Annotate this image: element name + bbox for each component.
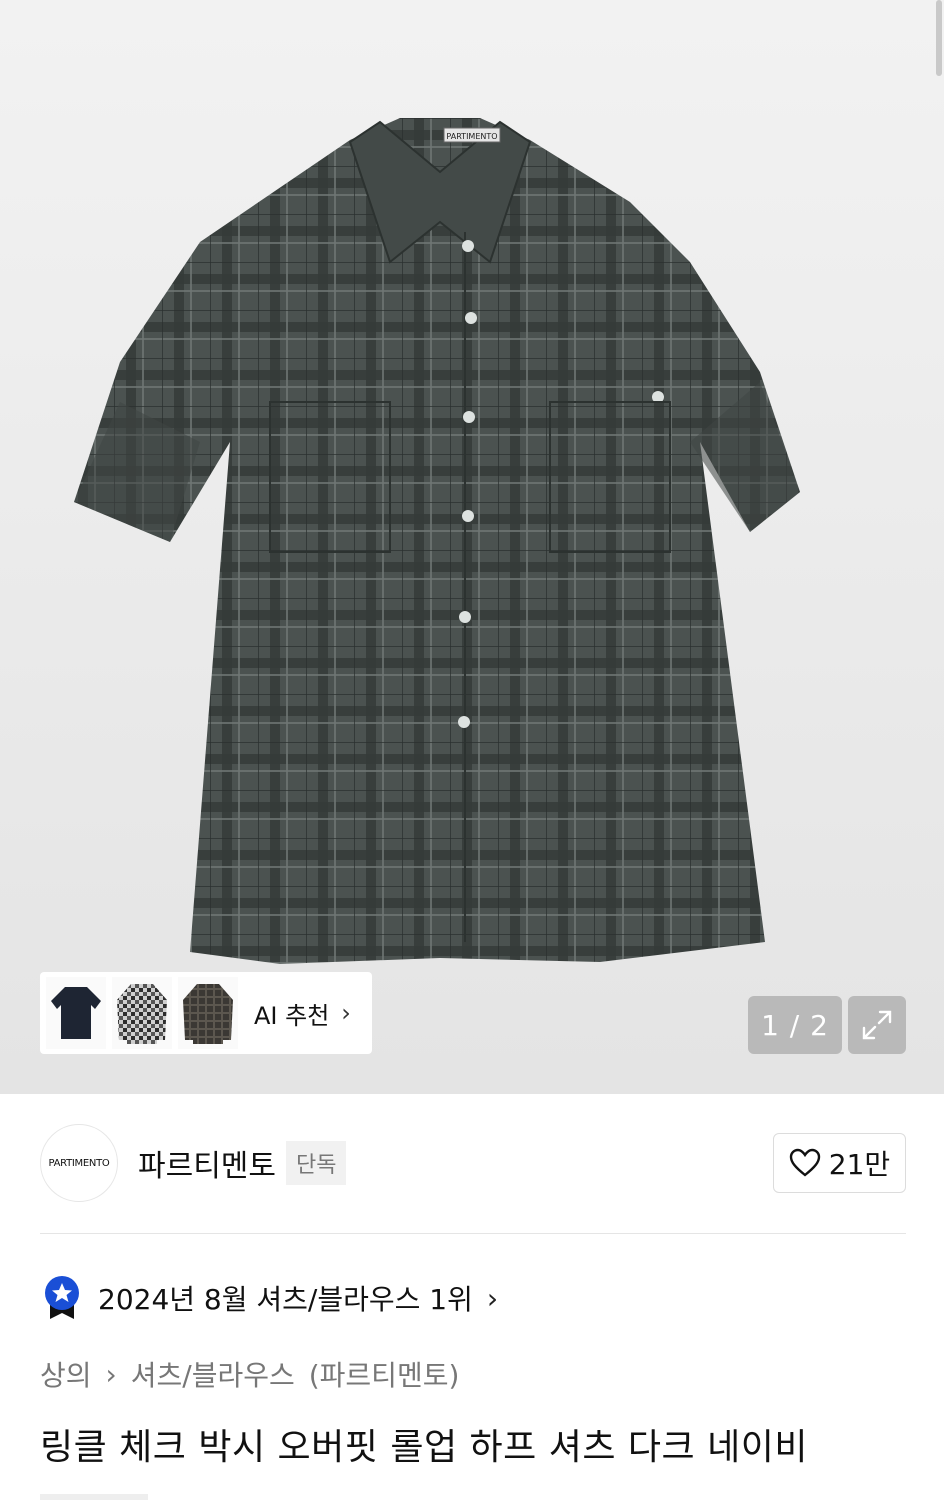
breadcrumb-brand[interactable]: (파르티멘토) bbox=[309, 1354, 460, 1394]
svg-text:PARTIMENTO: PARTIMENTO bbox=[446, 132, 497, 141]
breadcrumb-level2[interactable]: 셔츠/블라우스 bbox=[131, 1354, 295, 1394]
exclusive-badge: 단독 bbox=[286, 1141, 347, 1185]
ranking-badge-icon bbox=[45, 1276, 79, 1319]
ai-recommend-strip[interactable]: AI 추천 › bbox=[40, 972, 372, 1054]
breadcrumb-level1[interactable]: 상의 bbox=[40, 1354, 92, 1394]
brand-row: PARTIMENTO 파르티멘토 단독 21만 bbox=[40, 1124, 906, 1202]
bottom-indicator bbox=[40, 1494, 148, 1500]
ai-recommend-label: AI 추천 bbox=[254, 1001, 330, 1030]
image-page-indicator: 1 / 2 bbox=[748, 996, 842, 1054]
product-title: 링클 체크 박시 오버핏 롤업 하프 셔츠 다크 네이비 bbox=[40, 1427, 808, 1468]
expand-icon bbox=[862, 1010, 892, 1040]
heart-icon bbox=[789, 1148, 820, 1177]
like-count: 21만 bbox=[828, 1148, 891, 1181]
thumbnail-check-shirt[interactable] bbox=[112, 977, 172, 1049]
product-image-gallery[interactable]: PARTIMENTO AI 추천 › 1 / 2 bbox=[0, 0, 944, 1094]
ranking-link[interactable]: 2024년 8월 셔츠/블라우스 1위 › bbox=[44, 1274, 498, 1322]
product-shirt-image: PARTIMENTO bbox=[74, 118, 800, 964]
brand-name[interactable]: 파르티멘토 bbox=[138, 1141, 276, 1185]
chevron-right-icon: › bbox=[486, 1281, 499, 1315]
chevron-right-icon: › bbox=[341, 999, 351, 1027]
like-button[interactable]: 21만 bbox=[773, 1133, 906, 1193]
thumbnail-dark-check-shirt[interactable] bbox=[178, 977, 238, 1049]
breadcrumb: 상의 › 셔츠/블라우스 (파르티멘토) bbox=[40, 1354, 459, 1394]
brand-logo[interactable]: PARTIMENTO bbox=[40, 1124, 118, 1202]
fullscreen-button[interactable] bbox=[848, 996, 906, 1054]
scrollbar[interactable] bbox=[936, 0, 942, 76]
chevron-right-icon: › bbox=[105, 1357, 117, 1391]
ranking-text: 2024년 8월 셔츠/블라우스 1위 bbox=[98, 1283, 473, 1316]
thumbnail-navy-shirt[interactable] bbox=[46, 977, 106, 1049]
divider bbox=[40, 1233, 906, 1234]
ai-recommend-link[interactable]: AI 추천 › bbox=[254, 996, 351, 1031]
